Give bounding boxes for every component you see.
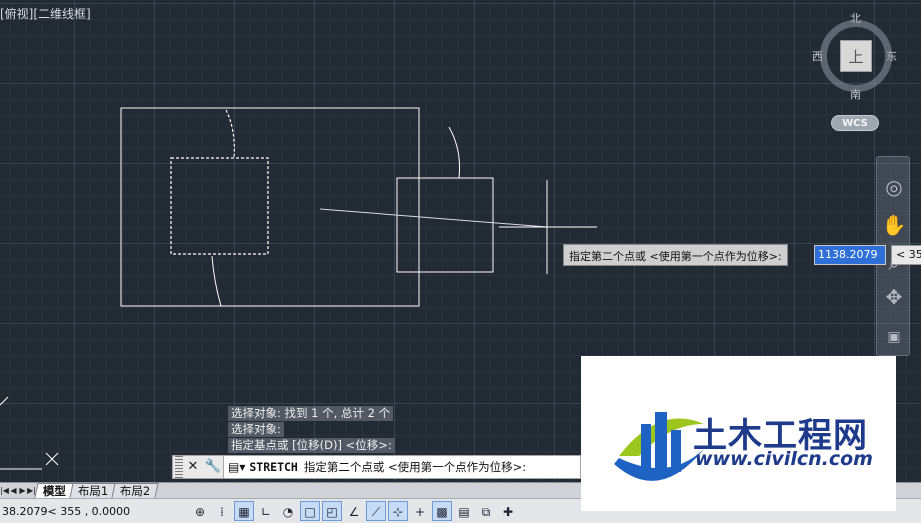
coordinate-readout[interactable]: 38.2079< 355 , 0.0000	[0, 505, 190, 518]
dynamic-ucs-icon[interactable]: ⟋	[366, 501, 386, 521]
command-history-line: 指定基点或 [位移(D)] <位移>:	[228, 438, 395, 453]
command-line-bar: ✕ 🔧 ▤▾ STRETCH 指定第二个点或 <使用第一个点作为位移>:	[172, 455, 581, 479]
tab-next-icon[interactable]: ▶	[18, 484, 27, 498]
showmotion-icon[interactable]: ▣	[880, 323, 908, 351]
orbit-icon[interactable]: ✥	[880, 283, 908, 311]
tab-first-icon[interactable]: |◀	[0, 484, 9, 498]
command-prompt-icon[interactable]: ▤▾	[228, 456, 245, 478]
stretch-preview-rectangle[interactable]	[396, 177, 494, 273]
dynamic-input-distance-field[interactable]: 1138.2079	[814, 245, 886, 265]
watermark-url: www.civilcn.com	[695, 448, 873, 470]
selection-cycling-icon[interactable]: ⧉	[476, 501, 496, 521]
wrench-icon[interactable]: 🔧	[203, 456, 223, 478]
infer-constraints-icon[interactable]: ⊕	[190, 501, 210, 521]
selected-arc-upper[interactable]	[225, 109, 235, 159]
ortho-mode-icon[interactable]: ∟	[256, 501, 276, 521]
watermark-logo: 土木工程网 www.civilcn.com	[581, 356, 896, 511]
command-line-grip[interactable]	[175, 456, 183, 478]
tab-layout1[interactable]: 布局1	[69, 483, 117, 498]
viewcube-top-face[interactable]: 上	[840, 40, 872, 72]
selected-rectangle-dashed[interactable]	[170, 157, 269, 255]
tab-layout2[interactable]: 布局2	[111, 483, 160, 498]
annotation-monitor-icon[interactable]: ✚	[498, 501, 518, 521]
dynamic-input-angle-field[interactable]: < 35	[891, 245, 921, 265]
pan-hand-icon[interactable]: ✋	[880, 211, 908, 239]
drawing-rectangle-large[interactable]	[120, 107, 420, 307]
command-name: STRETCH	[249, 460, 298, 474]
rubber-band-line	[319, 208, 548, 228]
3d-object-snap-icon[interactable]: ◰	[322, 501, 342, 521]
snap-mode-icon[interactable]: ⁞	[212, 501, 232, 521]
transparency-icon[interactable]: ▩	[432, 501, 452, 521]
object-snap-icon[interactable]: □	[300, 501, 320, 521]
object-snap-tracking-icon[interactable]: ∠	[344, 501, 364, 521]
steering-wheel-icon[interactable]: ◎	[880, 173, 908, 201]
dynamic-input-prompt: 指定第二个点或 <使用第一个点作为位移>:	[563, 244, 788, 266]
stretch-preview-arc[interactable]	[448, 126, 460, 179]
tab-model[interactable]: 模型	[34, 483, 75, 498]
command-history-line: 选择对象: 找到 1 个, 总计 2 个	[228, 406, 394, 421]
command-input[interactable]: ▤▾ STRETCH 指定第二个点或 <使用第一个点作为位移>:	[223, 456, 580, 478]
drawing-arc-lower[interactable]	[211, 255, 222, 307]
close-icon[interactable]: ✕	[183, 456, 203, 478]
command-prompt-text: 指定第二个点或 <使用第一个点作为位移>:	[303, 460, 527, 474]
wcs-menu-button[interactable]: WCS	[831, 115, 879, 131]
ucs-icon	[0, 396, 59, 470]
grid-display-icon[interactable]: ▦	[234, 501, 254, 521]
lineweight-icon[interactable]: +	[410, 501, 430, 521]
quick-properties-icon[interactable]: ▤	[454, 501, 474, 521]
tab-prev-icon[interactable]: ◀	[9, 484, 18, 498]
polar-tracking-icon[interactable]: ◔	[278, 501, 298, 521]
dynamic-input-icon[interactable]: ⊹	[388, 501, 408, 521]
command-history-line: 选择对象:	[228, 422, 284, 437]
wcs-label: WCS	[842, 117, 868, 129]
